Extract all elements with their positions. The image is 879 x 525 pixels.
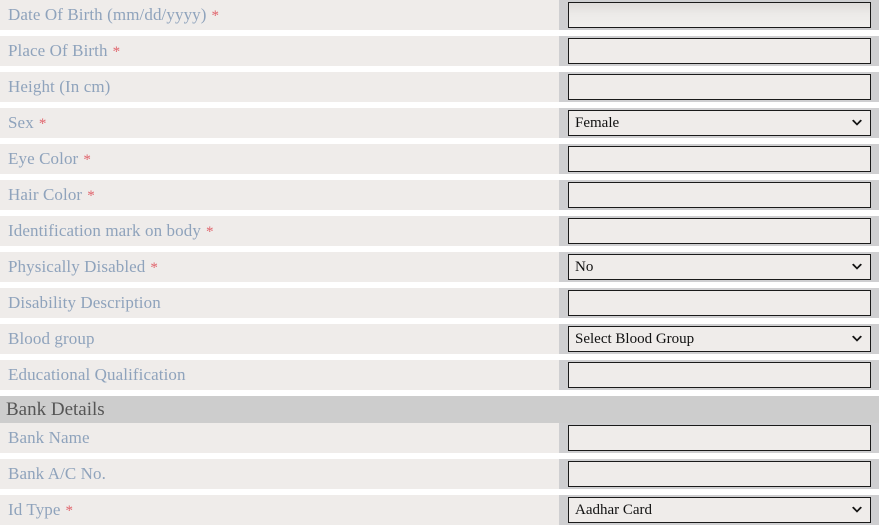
form-row-place-of-birth: Place Of Birth *: [0, 36, 879, 66]
field-label-place-of-birth: Place Of Birth: [8, 41, 108, 60]
field-label-identification-mark: Identification mark on body: [8, 221, 201, 240]
label-cell-date-of-birth: Date Of Birth (mm/dd/yyyy) *: [0, 0, 559, 30]
field-cell-educational-qualification: [559, 360, 879, 390]
personal-details-form: Date Of Birth (mm/dd/yyyy) * Place Of Birt…: [0, 0, 879, 525]
input-identification-mark[interactable]: [568, 218, 871, 244]
form-row-id-type: Id Type * Aadhar Card: [0, 495, 879, 525]
form-row-hair-color: Hair Color *: [0, 180, 879, 210]
form-row-identification-mark: Identification mark on body *: [0, 216, 879, 246]
input-disability-description[interactable]: [568, 290, 871, 316]
field-cell-id-type: Aadhar Card: [559, 495, 879, 525]
field-label-date-of-birth: Date Of Birth (mm/dd/yyyy): [8, 5, 207, 24]
form-row-blood-group: Blood group Select Blood Group: [0, 324, 879, 354]
field-label-educational-qualification: Educational Qualification: [8, 365, 186, 384]
required-asterisk: *: [112, 43, 121, 60]
select-value-id-type[interactable]: Aadhar Card: [568, 497, 871, 523]
label-cell-bank-name: Bank Name: [0, 423, 559, 453]
input-place-of-birth[interactable]: [568, 38, 871, 64]
field-cell-physically-disabled: No: [559, 252, 879, 282]
form-row-bank-name: Bank Name: [0, 423, 879, 453]
form-row-height: Height (In cm): [0, 72, 879, 102]
label-cell-eye-color: Eye Color *: [0, 144, 559, 174]
field-label-height: Height (In cm): [8, 77, 111, 96]
form-row-disability-description: Disability Description: [0, 288, 879, 318]
field-label-id-type: Id Type: [8, 500, 61, 519]
form-row-physically-disabled: Physically Disabled * No: [0, 252, 879, 282]
select-blood-group[interactable]: Select Blood Group: [568, 326, 871, 352]
select-value-blood-group[interactable]: Select Blood Group: [568, 326, 871, 352]
field-cell-bank-name: [559, 423, 879, 453]
label-cell-identification-mark: Identification mark on body *: [0, 216, 559, 246]
field-label-blood-group: Blood group: [8, 329, 95, 348]
required-asterisk: *: [205, 223, 214, 240]
field-cell-blood-group: Select Blood Group: [559, 324, 879, 354]
select-sex[interactable]: Female: [568, 110, 871, 136]
select-value-sex[interactable]: Female: [568, 110, 871, 136]
required-asterisk: *: [150, 259, 159, 276]
field-label-disability-description: Disability Description: [8, 293, 161, 312]
form-row-sex: Sex * Female: [0, 108, 879, 138]
input-bank-name[interactable]: [568, 425, 871, 451]
field-cell-sex: Female: [559, 108, 879, 138]
required-asterisk: *: [87, 187, 95, 204]
required-asterisk: *: [38, 115, 47, 132]
field-cell-hair-color: [559, 180, 879, 210]
label-cell-place-of-birth: Place Of Birth *: [0, 36, 559, 66]
select-physically-disabled[interactable]: No: [568, 254, 871, 280]
field-cell-disability-description: [559, 288, 879, 318]
form-row-educational-qualification: Educational Qualification: [0, 360, 879, 390]
label-cell-blood-group: Blood group: [0, 324, 559, 354]
label-cell-sex: Sex *: [0, 108, 559, 138]
input-bank-account-number[interactable]: [568, 461, 871, 487]
form-row-date-of-birth: Date Of Birth (mm/dd/yyyy) *: [0, 0, 879, 30]
field-label-hair-color: Hair Color: [8, 185, 83, 204]
label-cell-disability-description: Disability Description: [0, 288, 559, 318]
label-cell-height: Height (In cm): [0, 72, 559, 102]
required-asterisk: *: [211, 7, 220, 24]
label-cell-educational-qualification: Educational Qualification: [0, 360, 559, 390]
field-cell-bank-account-number: [559, 459, 879, 489]
field-label-sex: Sex: [8, 113, 34, 132]
select-id-type[interactable]: Aadhar Card: [568, 497, 871, 523]
label-cell-id-type: Id Type *: [0, 495, 559, 525]
section-header-bank-details: Bank Details: [0, 396, 879, 423]
section-title: Bank Details: [6, 399, 105, 420]
label-cell-hair-color: Hair Color *: [0, 180, 559, 210]
form-row-bank-account-number: Bank A/C No.: [0, 459, 879, 489]
input-hair-color[interactable]: [568, 182, 871, 208]
field-label-eye-color: Eye Color: [8, 149, 79, 168]
input-eye-color[interactable]: [568, 146, 871, 172]
label-cell-physically-disabled: Physically Disabled *: [0, 252, 559, 282]
field-label-physically-disabled: Physically Disabled: [8, 257, 146, 276]
field-cell-date-of-birth: [559, 0, 879, 30]
field-label-bank-name: Bank Name: [8, 428, 90, 447]
field-cell-identification-mark: [559, 216, 879, 246]
field-cell-eye-color: [559, 144, 879, 174]
field-label-bank-account-number: Bank A/C No.: [8, 464, 107, 483]
field-cell-height: [559, 72, 879, 102]
label-cell-bank-account-number: Bank A/C No.: [0, 459, 559, 489]
required-asterisk: *: [83, 151, 91, 168]
input-height[interactable]: [568, 74, 871, 100]
input-educational-qualification[interactable]: [568, 362, 871, 388]
required-asterisk: *: [65, 502, 74, 519]
field-cell-place-of-birth: [559, 36, 879, 66]
form-row-eye-color: Eye Color *: [0, 144, 879, 174]
input-date-of-birth[interactable]: [568, 2, 871, 28]
select-value-physically-disabled[interactable]: No: [568, 254, 871, 280]
